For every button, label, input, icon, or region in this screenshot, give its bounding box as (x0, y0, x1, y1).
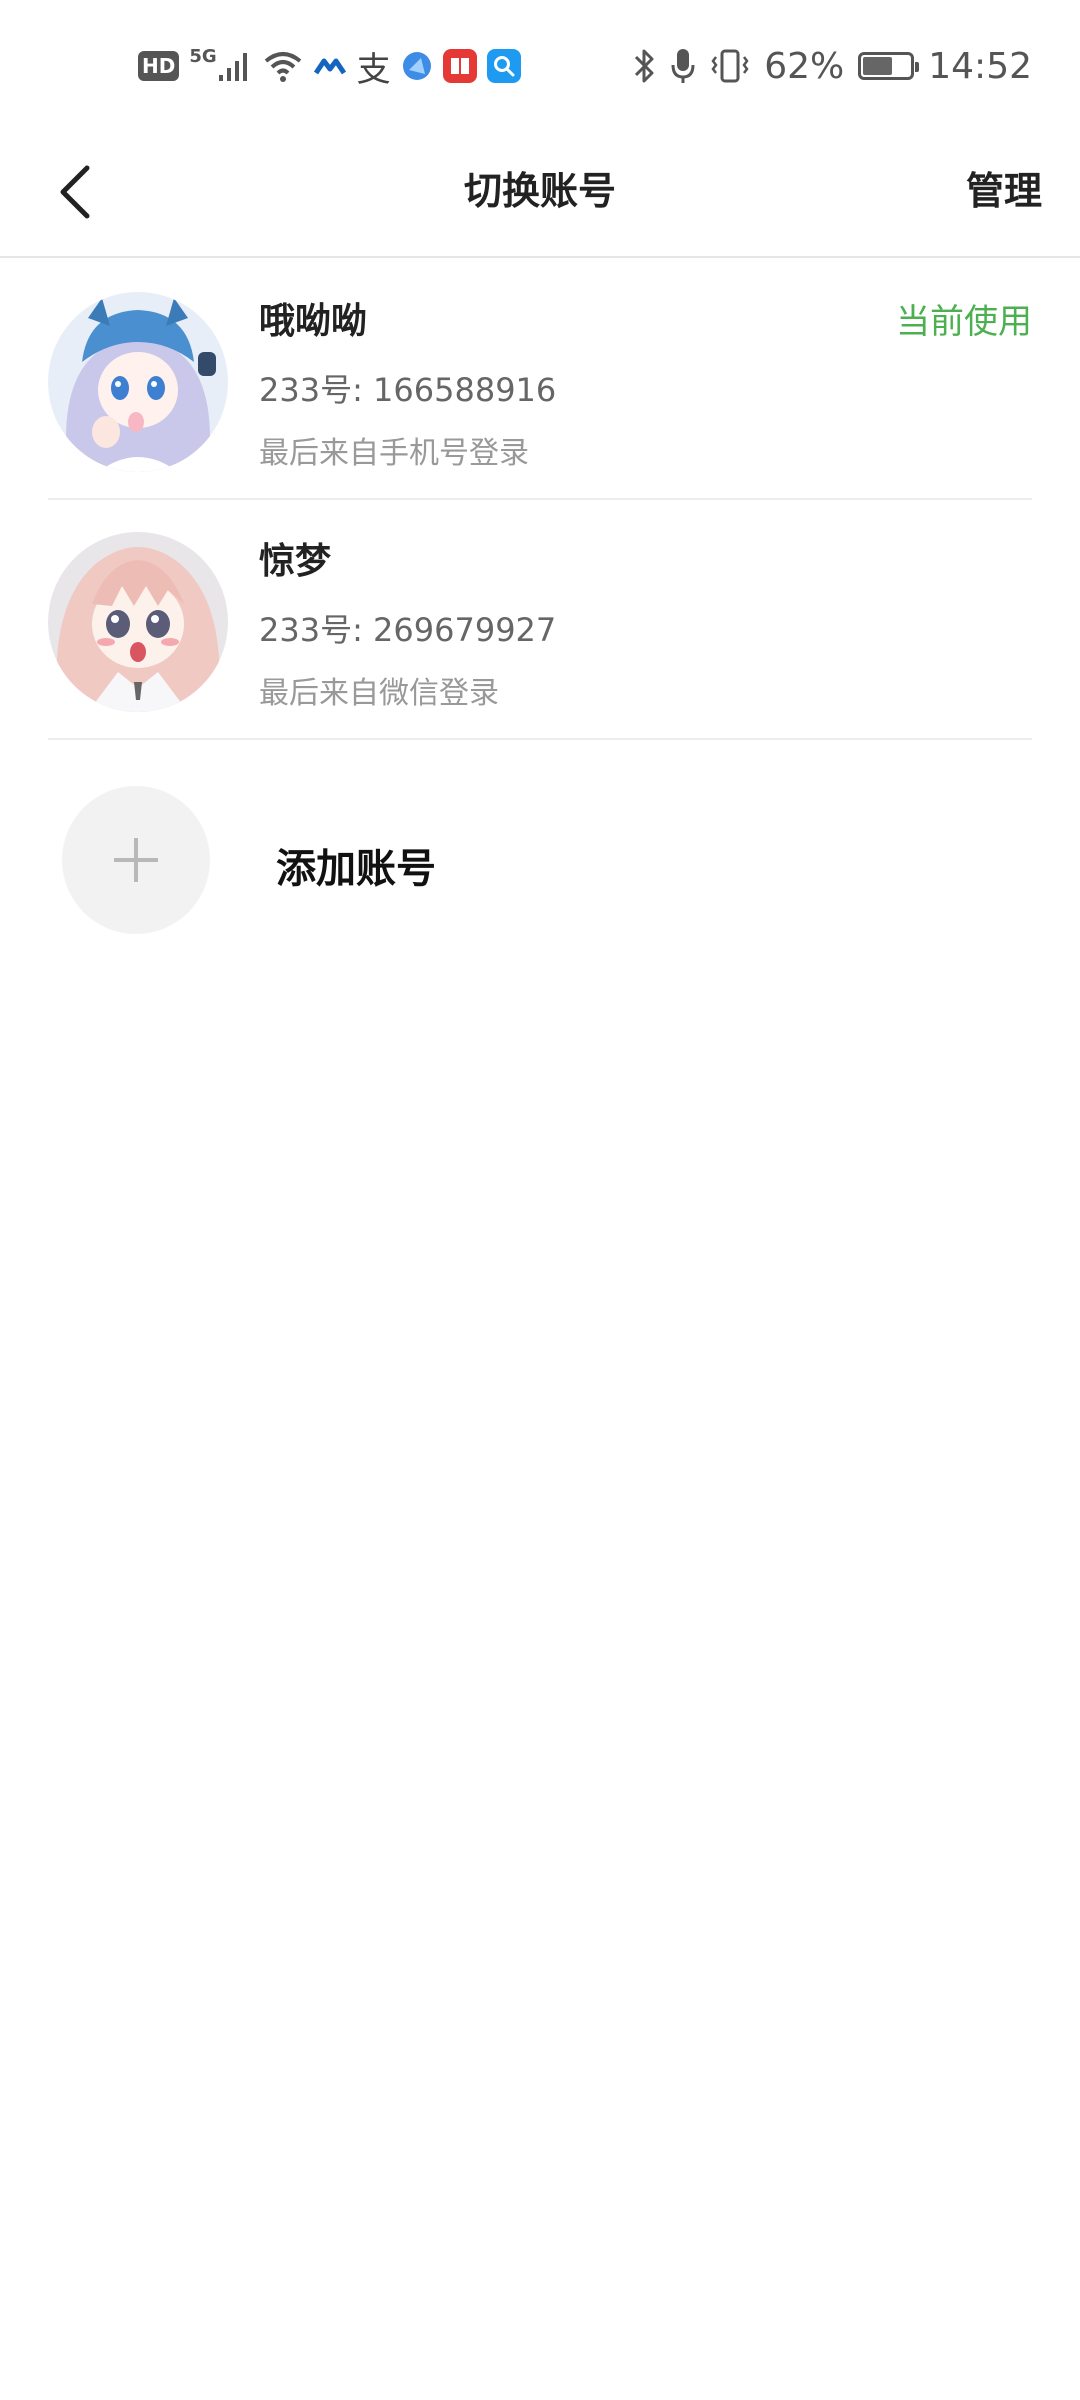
plus-icon (114, 838, 158, 882)
alipay-icon: 支 (356, 49, 391, 90)
add-account-row[interactable]: 添加账号 (48, 740, 1032, 936)
add-account-button[interactable] (62, 786, 210, 934)
battery-fill (863, 57, 892, 75)
account-name: 哦呦呦 (259, 301, 368, 342)
microphone-icon (670, 47, 696, 85)
manage-button[interactable]: 管理 (966, 160, 1042, 215)
hd-icon: HD (138, 51, 180, 81)
app-blue-icon (313, 49, 347, 83)
avatar (48, 292, 228, 472)
account-name: 惊梦 (259, 541, 332, 582)
search-app-icon (486, 49, 521, 83)
account-id: 233号: 166588916 (259, 371, 557, 409)
account-item[interactable]: 惊梦 233号: 269679927 最后来自微信登录 (48, 500, 1032, 740)
wifi-icon (263, 49, 303, 83)
account-login-info: 最后来自微信登录 (259, 676, 499, 711)
network-label: 5G (189, 45, 217, 67)
status-bar-left: HD 5G 支 (138, 42, 521, 90)
bluetooth-icon (632, 47, 656, 85)
account-list: 哦呦呦 233号: 166588916 最后来自手机号登录 当前使用 惊梦 23… (48, 260, 1032, 936)
anime-girl-avatar-image (48, 532, 228, 712)
status-bar-right: 62% 14:52 (632, 42, 1032, 90)
current-account-badge: 当前使用 (896, 302, 1032, 342)
account-id: 233号: 269679927 (259, 611, 557, 649)
page-title: 切换账号 (463, 169, 616, 213)
browser-icon (401, 50, 433, 82)
battery-icon (858, 52, 920, 80)
book-app-icon (442, 49, 477, 83)
anime-girl-avatar-image (48, 292, 228, 472)
5g-signal-icon: 5G (189, 45, 252, 83)
account-login-info: 最后来自手机号登录 (259, 436, 529, 471)
account-item[interactable]: 哦呦呦 233号: 166588916 最后来自手机号登录 当前使用 (48, 260, 1032, 500)
battery-percent: 62% (764, 45, 845, 87)
clock: 14:52 (928, 45, 1032, 87)
vibrate-icon (710, 47, 750, 85)
nav-bar: 切换账号 管理 (0, 130, 1080, 258)
status-bar: HD 5G 支 62% 14:52 (0, 0, 1080, 130)
add-account-label[interactable]: 添加账号 (276, 836, 436, 894)
avatar (48, 532, 228, 712)
